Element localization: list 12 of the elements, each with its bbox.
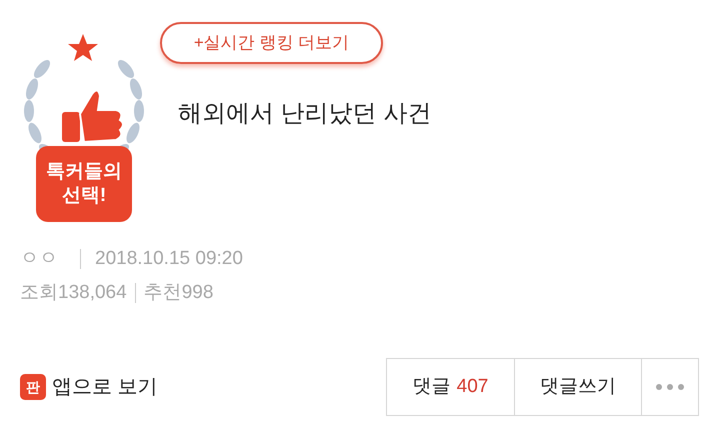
app-icon: 판 xyxy=(20,374,46,400)
view-count: 조회138,064 xyxy=(20,281,127,305)
ranking-link[interactable]: +실시간 랭킹 더보기 xyxy=(160,22,383,64)
post-title: 해외에서 난리났던 사건 xyxy=(178,99,432,129)
post-date: 2018.10.15 09:20 xyxy=(95,247,243,271)
like-count: 추천998 xyxy=(144,281,214,305)
write-comment-button[interactable]: 댓글쓰기 xyxy=(514,359,641,415)
badge-label: 톡커들의 선택! xyxy=(36,146,132,222)
app-view-link[interactable]: 판 앱으로 보기 xyxy=(20,372,158,402)
comments-button[interactable]: 댓글 407 xyxy=(387,359,514,415)
author-name: ㅇㅇ xyxy=(20,247,59,271)
more-icon xyxy=(656,384,684,390)
